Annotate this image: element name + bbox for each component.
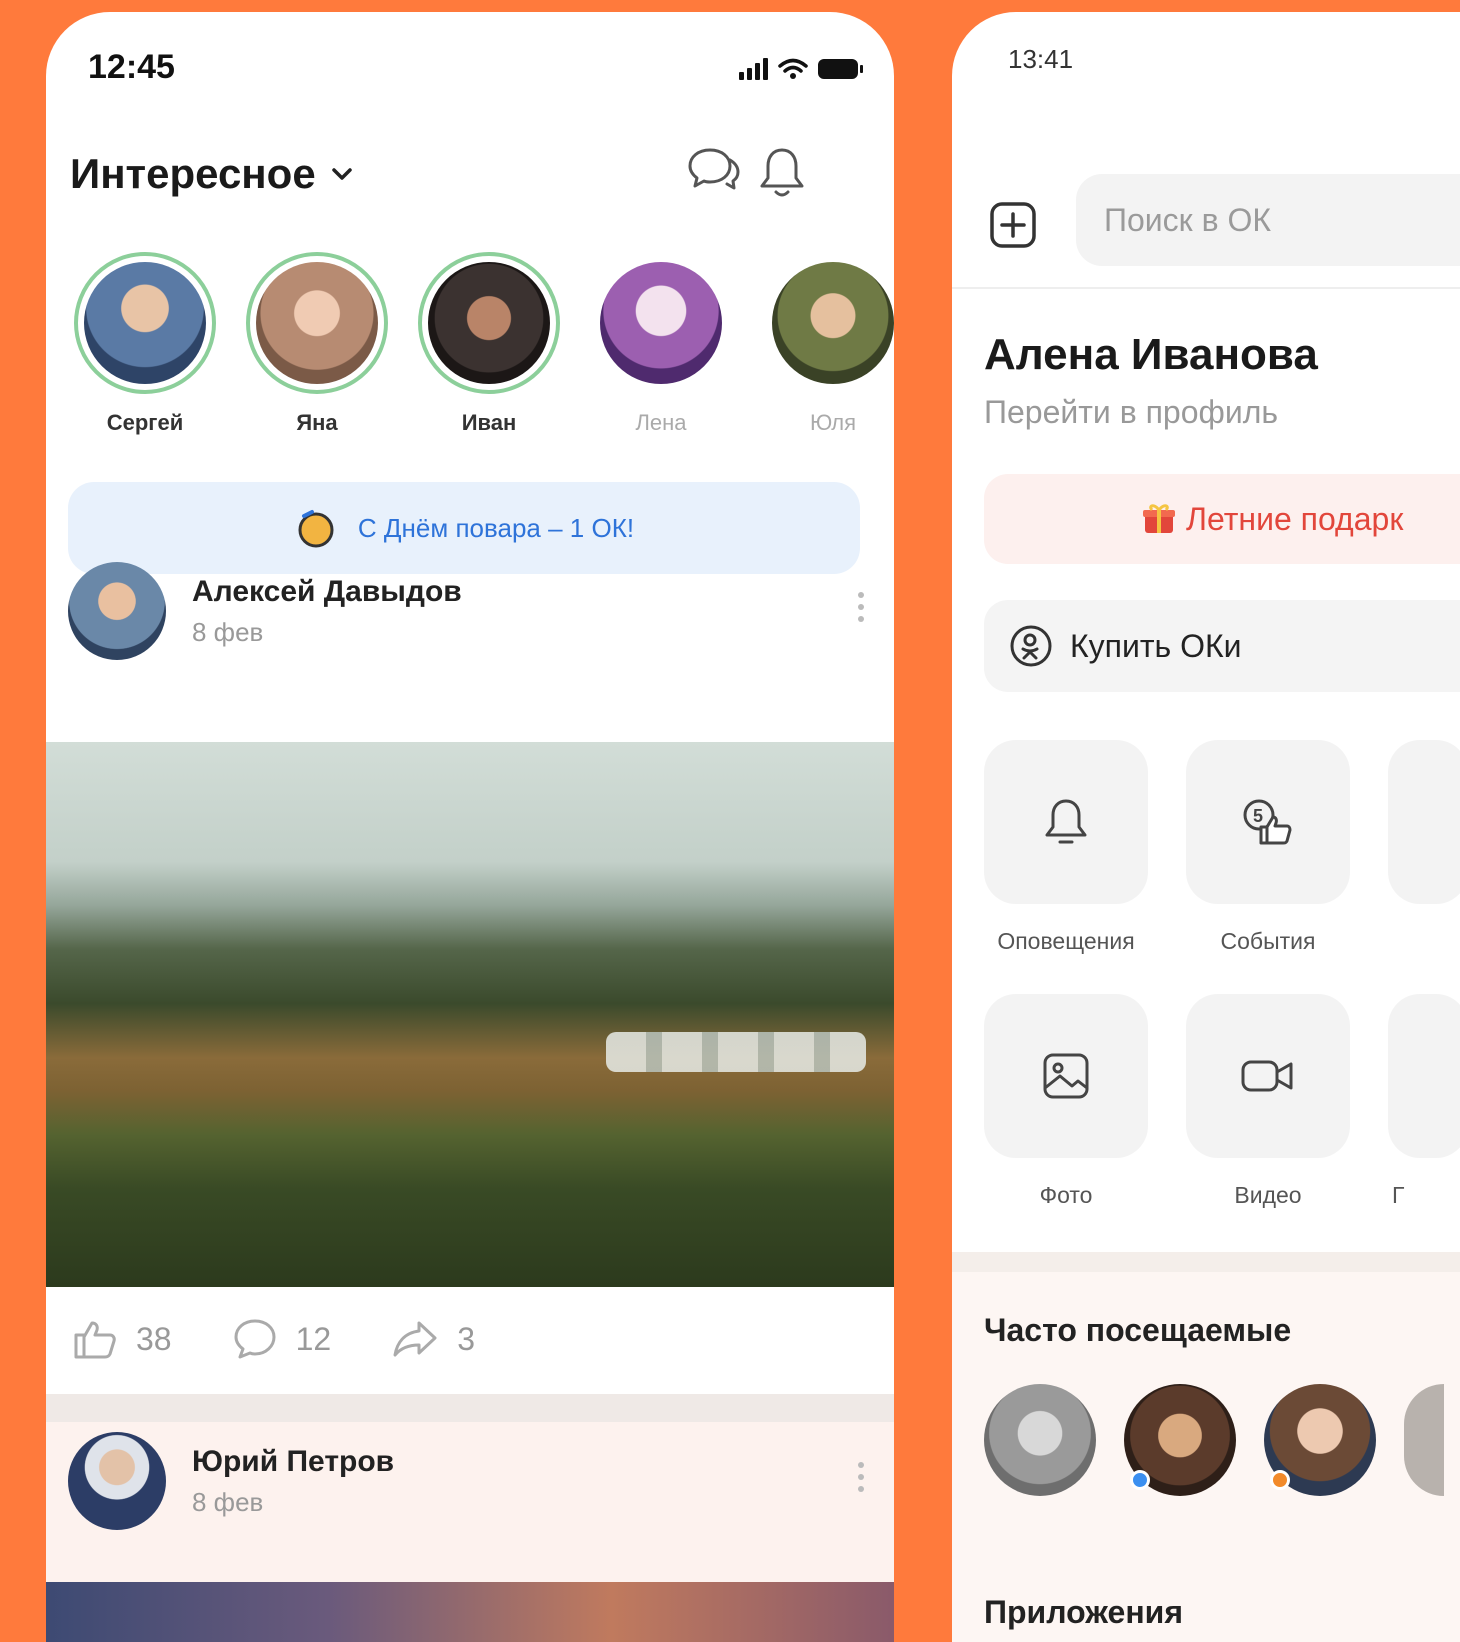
post-header: Юрий Петров 8 фев	[68, 1432, 868, 1530]
photo-tile[interactable]	[984, 994, 1148, 1158]
search-field[interactable]	[1076, 174, 1460, 266]
story-item[interactable]: Юля	[762, 252, 894, 436]
bell-icon	[1045, 799, 1087, 844]
bell-icon[interactable]	[756, 144, 808, 200]
ok-coin-icon	[1010, 625, 1052, 667]
online-dot	[1130, 1470, 1150, 1490]
section-title: Часто посещаемые	[984, 1312, 1292, 1348]
share-button[interactable]: 3	[391, 1319, 475, 1359]
more-options-icon[interactable]	[858, 1462, 864, 1492]
divider	[952, 1252, 1460, 1272]
story-name: Яна	[296, 410, 338, 435]
status-time: 13:41	[1008, 44, 1074, 74]
feed-selector[interactable]: Интересное	[70, 150, 354, 198]
video-icon	[1241, 1060, 1293, 1092]
tile-label: События	[1220, 928, 1316, 954]
like-button[interactable]: 38	[72, 1317, 172, 1361]
post-header: Алексей Давыдов 8 фев	[68, 562, 868, 660]
avatar	[428, 262, 550, 384]
post-author[interactable]: Алексей Давыдов	[192, 575, 462, 609]
online-dot	[1270, 1470, 1290, 1490]
svg-text:5: 5	[1253, 806, 1263, 826]
post-date: 8 фев	[192, 616, 264, 647]
chevron-down-icon	[331, 168, 352, 180]
holiday-banner[interactable]: С Днём повара – 1 ОК!	[68, 482, 860, 574]
avatar[interactable]	[1124, 1384, 1236, 1496]
story-item[interactable]: Иван	[418, 252, 560, 436]
avatar[interactable]	[984, 1384, 1096, 1496]
share-icon	[393, 1321, 437, 1357]
battery-icon	[818, 59, 863, 79]
search-input[interactable]	[1076, 174, 1460, 266]
buy-ok-button[interactable]: Купить ОКи	[984, 600, 1460, 692]
story-item[interactable]: Сергей	[74, 252, 216, 436]
video-tile[interactable]	[1186, 994, 1350, 1158]
events-like-icon: 5	[1243, 799, 1292, 845]
avatar	[772, 262, 894, 384]
story-name: Юля	[810, 410, 856, 435]
medal-icon	[298, 510, 334, 548]
avatar	[600, 262, 722, 384]
status-icons	[739, 58, 863, 80]
story-name: Лена	[635, 410, 687, 435]
comment-button[interactable]: 12	[232, 1317, 332, 1361]
frequent-list	[984, 1384, 1444, 1496]
avatar	[84, 262, 206, 384]
signal-icon	[739, 58, 768, 80]
menu-screen: 13:41 Алена Иванова Перейти в профиль Ле…	[952, 12, 1460, 1642]
story-item[interactable]: Лена	[590, 252, 732, 436]
feed-screen: 12:45 Интересное Сергей Яна Иван Лена Юл…	[46, 12, 894, 1642]
tile-label: Г	[1392, 1182, 1405, 1208]
profile-link[interactable]: Перейти в профиль	[984, 394, 1278, 431]
post-photo[interactable]	[46, 742, 894, 1287]
promo-banner[interactable]: Летние подарк	[984, 474, 1460, 564]
comment-count: 12	[295, 1320, 332, 1357]
post-actions: 38 12 3	[72, 1317, 475, 1361]
avatar[interactable]	[68, 1432, 166, 1530]
buy-ok-label: Купить ОКи	[1070, 627, 1242, 664]
avatar[interactable]	[68, 562, 166, 660]
tile-label: Фото	[1039, 1182, 1093, 1208]
divider	[952, 287, 1460, 289]
banner-text: С Днём повара – 1 ОК!	[357, 512, 635, 543]
avatar	[256, 262, 378, 384]
avatar[interactable]	[1404, 1384, 1444, 1496]
photo-icon	[1043, 1053, 1089, 1099]
gift-icon	[1143, 504, 1175, 533]
avatar[interactable]	[1264, 1384, 1376, 1496]
story-item[interactable]: Яна	[246, 252, 388, 436]
story-name: Сергей	[106, 410, 184, 435]
messages-icon[interactable]	[686, 144, 742, 196]
tile-label: Видео	[1234, 1182, 1302, 1208]
post-author[interactable]: Юрий Петров	[192, 1445, 394, 1479]
post-date: 8 фев	[192, 1486, 264, 1517]
story-name: Иван	[461, 410, 517, 435]
partial-tile[interactable]	[1388, 994, 1460, 1158]
divider	[46, 1394, 894, 1422]
tile-label: Оповещения	[997, 928, 1135, 954]
post-photo[interactable]	[46, 1582, 894, 1642]
share-count: 3	[457, 1320, 475, 1357]
promo-text: Летние подарк	[1186, 500, 1404, 537]
more-options-icon[interactable]	[858, 592, 864, 622]
feed-title: Интересное	[70, 150, 316, 197]
section-title: Приложения	[984, 1594, 1183, 1630]
comment-icon	[234, 1319, 276, 1359]
thumbs-up-icon	[74, 1321, 116, 1359]
notifications-tile[interactable]	[984, 740, 1148, 904]
events-tile[interactable]: 5	[1186, 740, 1350, 904]
status-time: 12:45	[88, 48, 175, 86]
partial-tile[interactable]	[1388, 740, 1460, 904]
stories-row: Сергей Яна Иван Лена Юля	[74, 252, 894, 436]
wifi-icon	[778, 58, 808, 79]
profile-name[interactable]: Алена Иванова	[984, 330, 1318, 380]
add-icon[interactable]	[988, 200, 1038, 250]
like-count: 38	[136, 1320, 172, 1357]
